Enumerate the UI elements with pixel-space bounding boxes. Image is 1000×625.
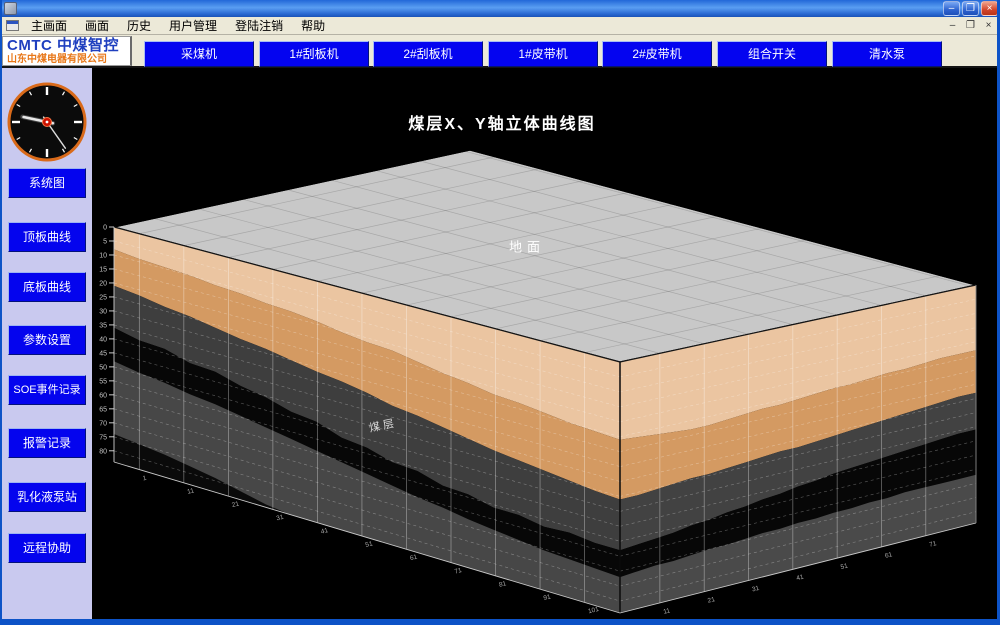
chart-area: 煤层X、Y轴立体曲线图 0510152025303540455055606570… [92,68,999,619]
svg-text:61: 61 [409,554,418,563]
sidebar-nav-button[interactable]: 顶板曲线 [8,222,86,252]
coal-seam-3d-chart: 0510152025303540455055606570758011121314… [92,68,999,619]
sidebar-nav-button[interactable]: SOE事件记录 [8,375,86,405]
depth-axis-labels: 0 5 10 15 20 25 30 35 40 45 50 55 60 65 70 75 80 [99,225,114,456]
svg-text:80: 80 [99,448,107,455]
window-close-button[interactable]: × [981,1,998,16]
svg-text:35: 35 [99,322,107,329]
svg-text:91: 91 [543,593,552,602]
svg-text:31: 31 [751,585,760,594]
svg-text:61: 61 [884,551,893,560]
mdi-restore-button[interactable]: ❐ [963,19,978,32]
device-button[interactable]: 组合开关 [717,41,827,67]
svg-text:20: 20 [99,280,107,287]
device-button[interactable]: 1#皮带机 [488,41,598,67]
svg-text:41: 41 [796,574,805,583]
company-logo: CMTC 中煤智控 山东中煤电器有限公司 [2,36,132,66]
svg-text:21: 21 [707,596,716,605]
logo-title: CMTC 中煤智控 [7,38,126,54]
device-button[interactable]: 采煤机 [144,41,254,67]
sidebar-nav-button[interactable]: 系统图 [8,168,86,198]
svg-text:60: 60 [99,392,107,399]
header-strip: CMTC 中煤智控 山东中煤电器有限公司 采煤机1#刮板机2#刮板机1#皮带机2… [2,35,1000,68]
svg-text:11: 11 [187,487,196,496]
app-icon [4,2,17,15]
sidebar-nav-button[interactable]: 底板曲线 [8,272,86,302]
device-button[interactable]: 2#刮板机 [373,41,483,67]
device-button[interactable]: 2#皮带机 [602,41,712,67]
svg-text:101: 101 [587,606,600,616]
svg-text:15: 15 [99,266,107,273]
menu-items: 主画面画面历史用户管理登陆注销帮助 [22,17,334,35]
sidebar-nav-button[interactable]: 报警记录 [8,428,86,458]
svg-text:70: 70 [99,420,107,427]
titlebar: –❐× [0,0,1000,17]
mdi-minimize-button[interactable]: – [945,19,960,32]
svg-text:50: 50 [99,364,107,371]
device-button[interactable]: 1#刮板机 [259,41,369,67]
menu-item[interactable]: 主画面 [22,17,76,35]
menu-item[interactable]: 登陆注销 [226,17,292,35]
svg-text:31: 31 [276,514,285,523]
titlebar-buttons: –❐× [943,1,998,16]
svg-text:40: 40 [99,336,107,343]
svg-text:51: 51 [365,540,374,549]
svg-text:65: 65 [99,406,107,413]
svg-text:1: 1 [142,475,148,483]
svg-text:41: 41 [320,527,329,536]
svg-text:71: 71 [454,567,463,576]
svg-text:45: 45 [99,350,107,357]
child-window-icon[interactable] [6,20,19,31]
mdi-close-button[interactable]: × [981,19,996,32]
window-restore-button[interactable]: ❐ [962,1,979,16]
svg-text:10: 10 [99,252,107,259]
svg-text:81: 81 [498,580,507,589]
analog-clock [3,72,91,172]
svg-text:25: 25 [99,294,107,301]
svg-text:21: 21 [231,500,240,509]
sidebar: 系统图顶板曲线底板曲线参数设置 SOE事件记录报警记录乳化液泵站远程协助 [2,68,92,619]
svg-text:30: 30 [99,308,107,315]
sidebar-nav-button[interactable]: 参数设置 [8,325,86,355]
logo-subtitle: 山东中煤电器有限公司 [7,54,126,65]
mdi-window-buttons: –❐× [945,19,996,32]
sidebar-nav-button[interactable]: 远程协助 [8,533,86,563]
svg-text:5: 5 [103,238,107,245]
svg-text:71: 71 [929,540,938,549]
menu-item[interactable]: 帮助 [292,17,334,35]
device-button[interactable]: 清水泵 [832,41,942,67]
sidebar-nav-button[interactable]: 乳化液泵站 [8,482,86,512]
svg-text:11: 11 [663,607,672,616]
svg-text:55: 55 [99,378,107,385]
ground-surface-label: 地面 [509,240,545,255]
svg-text:75: 75 [99,434,107,441]
app-window: –❐× 主画面画面历史用户管理登陆注销帮助 –❐× CMTC 中煤智控 山东中煤… [0,0,1000,625]
svg-text:51: 51 [840,562,849,571]
menubar: 主画面画面历史用户管理登陆注销帮助 –❐× [2,17,1000,35]
window-minimize-button[interactable]: – [943,1,960,16]
svg-text:0: 0 [103,225,107,232]
menu-item[interactable]: 画面 [76,17,118,35]
menu-item[interactable]: 用户管理 [160,17,226,35]
menu-item[interactable]: 历史 [118,17,160,35]
